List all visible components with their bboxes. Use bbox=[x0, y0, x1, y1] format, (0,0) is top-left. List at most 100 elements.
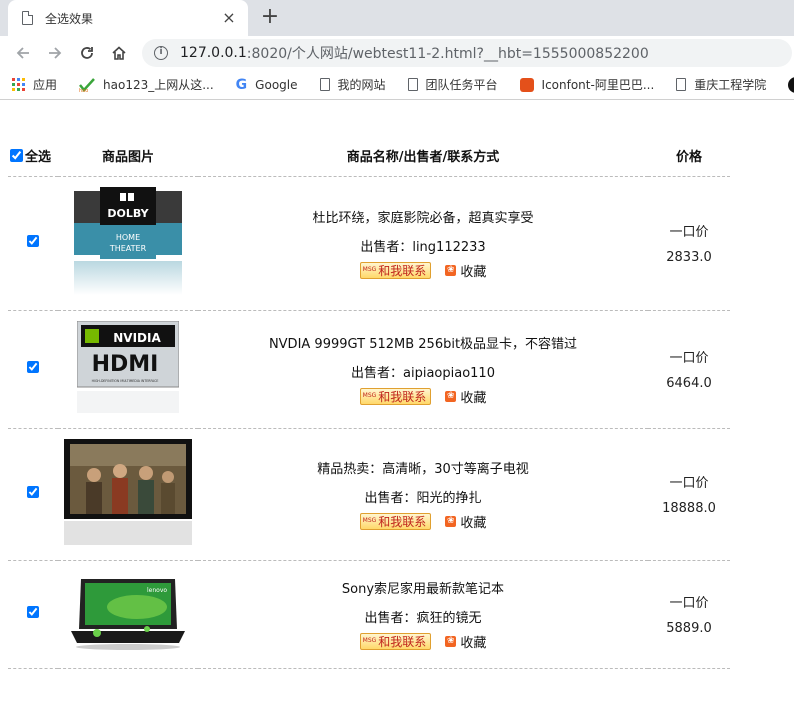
home-text: HOME bbox=[116, 233, 140, 242]
row-info-cell: NVDIA 9999GT 512MB 256bit极品显卡，不容错过 出售者：a… bbox=[198, 310, 648, 429]
row-image-cell: lenovo bbox=[58, 560, 198, 669]
product-seller: 出售者：ling112233 bbox=[360, 239, 486, 255]
nvidia-hdmi-image: NVIDIA HDMI HIGH-DEFINITION MULTIMEDIA I… bbox=[77, 321, 179, 413]
home-icon bbox=[112, 46, 126, 60]
product-title: 杜比环绕，家庭影院必备，超真实享受 bbox=[312, 210, 534, 226]
back-button[interactable] bbox=[8, 39, 38, 67]
row-image-cell: NVIDIA HDMI HIGH-DEFINITION MULTIMEDIA I… bbox=[58, 310, 198, 429]
hdmi-subtitle-text: HIGH-DEFINITION MULTIMEDIA INTERFACE bbox=[92, 379, 159, 383]
dolby-home-theater-image: DOLBY HOME THEATER bbox=[74, 187, 182, 295]
favorite-icon: ❀ bbox=[445, 390, 457, 402]
favorite-label: 收藏 bbox=[460, 515, 487, 531]
hao123-icon: hao bbox=[79, 77, 95, 92]
hdmi-logo-text: HDMI bbox=[92, 352, 159, 377]
google-icon: G bbox=[235, 76, 248, 93]
dolby-logo-text: DOLBY bbox=[107, 207, 149, 220]
select-all-text: 全选 bbox=[25, 150, 52, 166]
select-all-checkbox[interactable] bbox=[10, 149, 23, 163]
bookmark-label: 我的网站 bbox=[337, 78, 386, 92]
contact-button[interactable]: MSG 和我联系 bbox=[359, 632, 432, 650]
contact-button[interactable]: MSG 和我联系 bbox=[359, 261, 432, 279]
header-image: 商品图片 bbox=[58, 136, 198, 177]
contact-button[interactable]: MSG 和我联系 bbox=[359, 512, 432, 530]
product-actions: MSG 和我联系 ❀ 收藏 bbox=[198, 261, 648, 280]
favorite-label: 收藏 bbox=[460, 635, 487, 651]
product-seller: 出售者：疯狂的镜无 bbox=[364, 610, 482, 626]
page-favicon-icon bbox=[22, 11, 33, 25]
bookmark-iconfont[interactable]: Iconfont-阿里巴巴... bbox=[519, 76, 655, 93]
row-check-cell bbox=[8, 310, 58, 429]
bookmark-team-tasks[interactable]: 团队任务平台 bbox=[407, 76, 498, 93]
header-price: 价格 bbox=[648, 136, 730, 177]
bookmark-more[interactable] bbox=[788, 76, 794, 93]
reload-button[interactable] bbox=[72, 39, 102, 67]
contact-label: 和我联系 bbox=[378, 263, 427, 278]
bookmark-label: hao123_上网从这... bbox=[103, 78, 214, 92]
page-icon bbox=[407, 78, 418, 91]
new-tab-button[interactable]: + bbox=[258, 4, 282, 30]
row-checkbox[interactable] bbox=[27, 235, 39, 247]
lenovo-logo-text: lenovo bbox=[147, 587, 167, 594]
info-icon[interactable]: i bbox=[154, 46, 168, 60]
product-seller: 出售者：阳光的挣扎 bbox=[364, 490, 482, 506]
table-row: DOLBY HOME THEATER 杜比环绕，家庭影院必备，超真实享受 出售者… bbox=[8, 176, 730, 311]
bookmark-google[interactable]: G Google bbox=[236, 77, 298, 93]
row-info-cell: 杜比环绕，家庭影院必备，超真实享受 出售者：ling112233 MSG 和我联系… bbox=[198, 176, 648, 311]
arrow-left-icon bbox=[16, 47, 29, 59]
svg-text:hao: hao bbox=[79, 88, 88, 92]
row-check-cell bbox=[8, 560, 58, 669]
bookmark-label: Iconfont-阿里巴巴... bbox=[541, 78, 655, 92]
row-price-cell: 一口价 5889.0 bbox=[648, 560, 730, 669]
row-price-cell: 一口价 2833.0 bbox=[648, 176, 730, 311]
contact-button[interactable]: MSG 和我联系 bbox=[359, 387, 432, 405]
row-info-cell: Sony索尼家用最新款笔记本 出售者：疯狂的镜无 MSG 和我联系 ❀ 收藏 bbox=[198, 560, 648, 669]
favorite-link[interactable]: ❀ 收藏 bbox=[445, 632, 486, 651]
price-label: 一口价 bbox=[669, 351, 709, 366]
page-content: 全选 商品图片 商品名称/出售者/联系方式 价格 DOLBY HOME THEA… bbox=[0, 100, 794, 716]
favorite-link[interactable]: ❀ 收藏 bbox=[445, 387, 486, 406]
row-image-cell bbox=[58, 428, 198, 561]
browser-toolbar: i 127.0.0.1:8020/个人网站/webtest11-2.html?_… bbox=[0, 36, 794, 70]
bookmark-label: 团队任务平台 bbox=[425, 78, 498, 92]
bookmark-my-site[interactable]: 我的网站 bbox=[319, 76, 386, 93]
tab-strip: 全选效果 × + bbox=[0, 0, 794, 36]
product-seller: 出售者：aipiaopiao110 bbox=[351, 365, 495, 381]
header-select-all: 全选 bbox=[8, 136, 58, 177]
theater-text: THEATER bbox=[109, 244, 147, 253]
row-checkbox[interactable] bbox=[27, 486, 39, 498]
page-icon bbox=[319, 78, 330, 91]
product-actions: MSG 和我联系 ❀ 收藏 bbox=[198, 632, 648, 651]
msg-icon: MSG bbox=[362, 517, 377, 524]
bookmark-hao123[interactable]: hao hao123_上网从这... bbox=[79, 76, 214, 93]
table-header-row: 全选 商品图片 商品名称/出售者/联系方式 价格 bbox=[8, 136, 730, 177]
bookmark-apps[interactable]: 应用 bbox=[12, 76, 57, 93]
nvidia-logo-text: NVIDIA bbox=[113, 331, 161, 345]
home-button[interactable] bbox=[104, 39, 134, 67]
contact-label: 和我联系 bbox=[378, 634, 427, 649]
bookmark-label: 应用 bbox=[33, 78, 58, 92]
row-checkbox[interactable] bbox=[27, 606, 39, 618]
bookmark-chongqing[interactable]: 重庆工程学院 bbox=[676, 76, 766, 93]
favorite-icon: ❀ bbox=[445, 515, 457, 527]
product-actions: MSG 和我联系 ❀ 收藏 bbox=[198, 387, 648, 406]
bookmark-label: Google bbox=[255, 77, 298, 92]
row-checkbox[interactable] bbox=[27, 361, 39, 373]
page-icon bbox=[676, 78, 687, 91]
forward-button[interactable] bbox=[40, 39, 70, 67]
table-row: 精品热卖：高清晰，30寸等离子电视 出售者：阳光的挣扎 MSG 和我联系 ❀ 收藏 … bbox=[8, 428, 730, 561]
favorite-link[interactable]: ❀ 收藏 bbox=[445, 512, 486, 531]
url-path: :8020/个人网站/webtest11-2.html?__hbt=155500… bbox=[246, 46, 649, 62]
apps-icon bbox=[12, 78, 25, 91]
tab-close-icon[interactable]: × bbox=[220, 9, 238, 27]
price-label: 一口价 bbox=[669, 476, 709, 491]
price-value: 5889.0 bbox=[666, 621, 712, 636]
select-all-label[interactable]: 全选 bbox=[8, 146, 58, 165]
address-bar[interactable]: i 127.0.0.1:8020/个人网站/webtest11-2.html?_… bbox=[142, 39, 792, 67]
contact-label: 和我联系 bbox=[378, 389, 427, 404]
product-title: NVDIA 9999GT 512MB 256bit极品显卡，不容错过 bbox=[268, 336, 578, 352]
active-tab[interactable]: 全选效果 × bbox=[8, 0, 248, 36]
msg-icon: MSG bbox=[362, 637, 377, 644]
favorite-link[interactable]: ❀ 收藏 bbox=[445, 261, 486, 280]
product-title: 精品热卖：高清晰，30寸等离子电视 bbox=[317, 461, 529, 477]
product-actions: MSG 和我联系 ❀ 收藏 bbox=[198, 512, 648, 531]
